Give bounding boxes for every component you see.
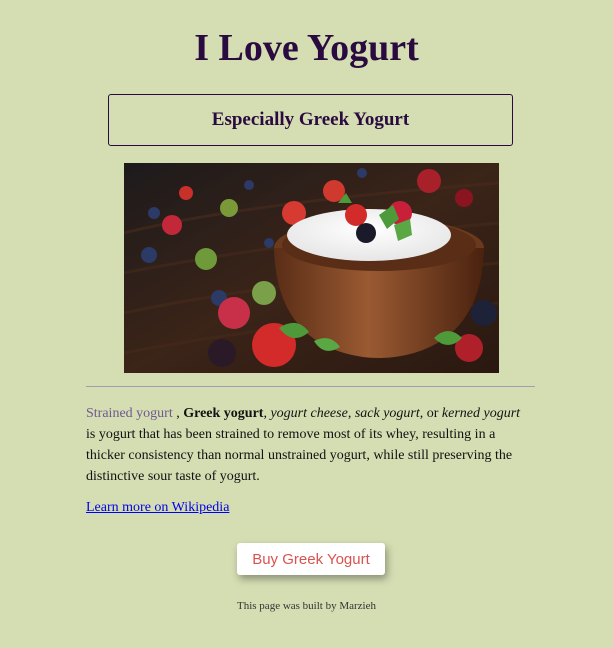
separator: , [347,406,355,421]
divider [86,386,535,387]
greek-yogurt-term: Greek yogurt [183,406,264,421]
subtitle-box: Especially Greek Yogurt [108,94,513,146]
yogurt-cheese-term: yogurt cheese [270,406,348,421]
description-text: is yogurt that has been strained to remo… [86,427,513,484]
separator: , or [419,406,442,421]
separator: , [172,406,184,421]
wikipedia-link[interactable]: Learn more on Wikipedia [86,500,229,516]
yogurt-bowl-illustration [124,163,499,373]
hero-image [124,163,499,373]
footer-credit: This page was built by Marzieh [237,600,376,612]
strained-yogurt-term: Strained yogurt [86,406,173,421]
page-title: I Love Yogurt [194,27,419,69]
description-paragraph: Strained yogurt , Greek yogurt, yogurt c… [86,403,526,487]
kerned-yogurt-term: kerned yogurt [441,406,521,421]
sack-yogurt-term: sack yogurt [354,406,420,421]
subtitle-text: Especially Greek Yogurt [211,109,410,130]
buy-greek-yogurt-button[interactable]: Buy Greek Yogurt [237,543,385,575]
